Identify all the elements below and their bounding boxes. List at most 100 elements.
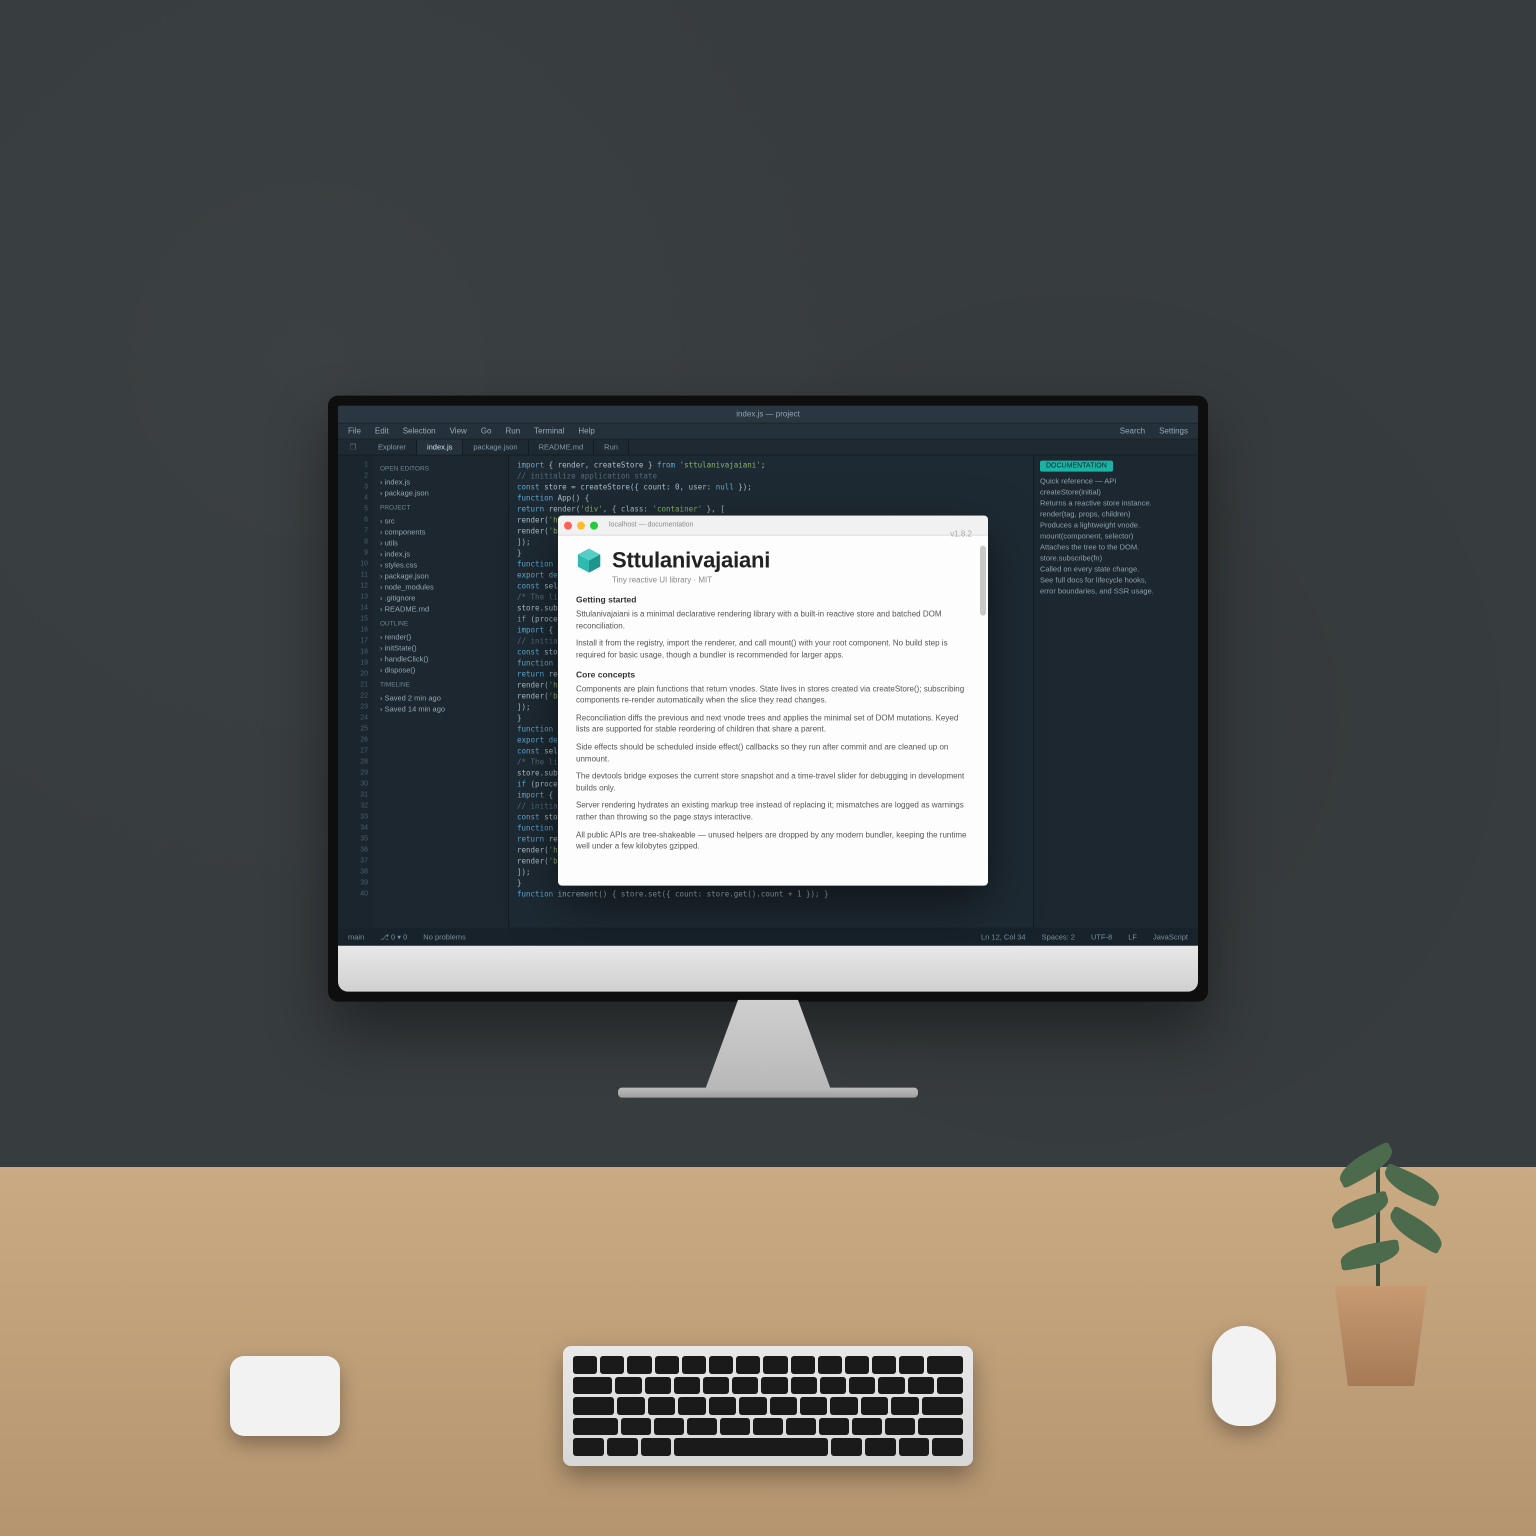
popup-paragraph: Install it from the registry, import the…	[576, 638, 970, 661]
sidebar-header[interactable]: Open Editors	[380, 464, 502, 475]
status-language[interactable]: JavaScript	[1153, 932, 1188, 941]
sidebar-item[interactable]: › index.js	[380, 549, 502, 560]
screen: index.js — project File Edit Selection V…	[338, 406, 1198, 946]
sidebar-item[interactable]: › render()	[380, 632, 502, 643]
sidebar-item[interactable]: › handleClick()	[380, 654, 502, 665]
popup-paragraph: Reconciliation diffs the previous and ne…	[576, 712, 970, 735]
status-eol[interactable]: LF	[1128, 932, 1137, 941]
menu-selection[interactable]: Selection	[403, 427, 436, 436]
sidebar-item[interactable]: › .gitignore	[380, 593, 502, 604]
minimize-icon[interactable]	[577, 521, 585, 529]
doc-panel-line: Produces a lightweight vnode.	[1040, 520, 1192, 531]
decor-trackpad	[230, 1356, 340, 1436]
monitor-stand	[693, 1000, 843, 1090]
doc-panel-line: createStore(initial)	[1040, 487, 1192, 498]
tab-index[interactable]: index.js	[417, 440, 463, 455]
sidebar-item[interactable]: › styles.css	[380, 560, 502, 571]
sidebar-item[interactable]: › package.json	[380, 488, 502, 499]
documentation-popup[interactable]: localhost — documentation v1.8.2 Sttulan…	[558, 516, 988, 886]
doc-panel-line: Quick reference — API	[1040, 476, 1192, 487]
sidebar-item[interactable]: › initState()	[380, 643, 502, 654]
popup-paragraph: Side effects should be scheduled inside …	[576, 742, 970, 765]
menu-run[interactable]: Run	[505, 427, 520, 436]
popup-paragraph: The devtools bridge exposes the current …	[576, 771, 970, 794]
menu-bar: File Edit Selection View Go Run Terminal…	[338, 424, 1198, 440]
decor-mouse	[1212, 1326, 1276, 1426]
activity-bar-icon[interactable]: ❐	[338, 440, 368, 455]
popup-section-heading: Getting started	[576, 595, 970, 605]
monitor: index.js — project File Edit Selection V…	[328, 396, 1208, 1098]
sidebar-header[interactable]: Project	[380, 503, 502, 514]
menu-go[interactable]: Go	[481, 427, 492, 436]
scrollbar-thumb[interactable]	[980, 546, 986, 616]
decor-plant	[1286, 1056, 1466, 1386]
popup-paragraph: Server rendering hydrates an existing ma…	[576, 800, 970, 823]
status-encoding[interactable]: UTF-8	[1091, 932, 1112, 941]
popup-address: localhost — documentation	[603, 522, 982, 529]
menu-settings-icon[interactable]: Settings	[1159, 427, 1188, 436]
popup-subtitle: Tiny reactive UI library · MIT	[612, 576, 970, 585]
sidebar-item[interactable]: › dispose()	[380, 665, 502, 676]
doc-panel-line: Called on every state change.	[1040, 564, 1192, 575]
popup-titlebar[interactable]: localhost — documentation	[558, 516, 988, 536]
popup-paragraph: Sttulanivajaiani is a minimal declarativ…	[576, 609, 970, 632]
tab-package[interactable]: package.json	[463, 440, 528, 455]
status-branch[interactable]: main	[348, 932, 364, 941]
code-line[interactable]: function increment() { store.set({ count…	[517, 889, 1025, 900]
sidebar-header[interactable]: Timeline	[380, 680, 502, 691]
sidebar-item[interactable]: › Saved 14 min ago	[380, 704, 502, 715]
popup-title: Sttulanivajaiani	[612, 548, 770, 574]
doc-panel-badge: DOCUMENTATION	[1040, 461, 1113, 472]
popup-version: v1.8.2	[950, 536, 972, 539]
menu-edit[interactable]: Edit	[375, 427, 389, 436]
decor-keyboard	[563, 1346, 973, 1466]
doc-panel-line: store.subscribe(fn)	[1040, 553, 1192, 564]
code-line[interactable]: // initialize application state	[517, 471, 1025, 482]
menu-view[interactable]: View	[450, 427, 467, 436]
monitor-chin	[338, 946, 1198, 992]
sidebar-header[interactable]: Outline	[380, 619, 502, 630]
sidebar-item[interactable]: › components	[380, 527, 502, 538]
status-bar: main ⎇ 0 ▾ 0 No problems Ln 12, Col 34 S…	[338, 928, 1198, 946]
doc-panel-line: Returns a reactive store instance.	[1040, 498, 1192, 509]
code-line[interactable]: const store = createStore({ count: 0, us…	[517, 482, 1025, 493]
explorer-sidebar[interactable]: Open Editors› index.js› package.jsonProj…	[374, 456, 509, 928]
code-line[interactable]: return render('div', { class: 'container…	[517, 504, 1025, 515]
popup-scrollbar[interactable]	[980, 540, 986, 882]
doc-panel-line: Attaches the tree to the DOM.	[1040, 542, 1192, 553]
doc-panel-line: render(tag, props, children)	[1040, 509, 1192, 520]
doc-panel: DOCUMENTATION Quick reference — APIcreat…	[1033, 456, 1198, 928]
line-gutter: 1234567891011121314151617181920212223242…	[338, 456, 374, 928]
menu-terminal[interactable]: Terminal	[534, 427, 564, 436]
tab-explorer[interactable]: Explorer	[368, 440, 417, 455]
zoom-icon[interactable]	[590, 521, 598, 529]
sidebar-item[interactable]: › src	[380, 516, 502, 527]
doc-panel-line: See full docs for lifecycle hooks,	[1040, 575, 1192, 586]
doc-panel-line: mount(component, selector)	[1040, 531, 1192, 542]
popup-paragraph: All public APIs are tree-shakeable — unu…	[576, 829, 970, 852]
status-cursor[interactable]: Ln 12, Col 34	[981, 932, 1026, 941]
popup-section-heading: Core concepts	[576, 669, 970, 679]
hexagon-icon	[576, 548, 602, 574]
sidebar-item[interactable]: › index.js	[380, 477, 502, 488]
tab-bar: ❐ Explorer index.js package.json README.…	[338, 440, 1198, 456]
menu-help[interactable]: Help	[578, 427, 594, 436]
code-line[interactable]: function App() {	[517, 493, 1025, 504]
status-problems[interactable]: No problems	[423, 932, 466, 941]
sidebar-item[interactable]: › node_modules	[380, 582, 502, 593]
window-titlebar: index.js — project	[338, 406, 1198, 424]
popup-paragraph: Components are plain functions that retu…	[576, 683, 970, 706]
sidebar-item[interactable]: › Saved 2 min ago	[380, 693, 502, 704]
tab-run[interactable]: Run	[594, 440, 629, 455]
close-icon[interactable]	[564, 521, 572, 529]
window-title: index.js — project	[344, 410, 1192, 419]
code-line[interactable]: import { render, createStore } from 'stt…	[517, 460, 1025, 471]
sidebar-item[interactable]: › README.md	[380, 604, 502, 615]
menu-file[interactable]: File	[348, 427, 361, 436]
status-sync[interactable]: ⎇ 0 ▾ 0	[380, 932, 407, 941]
sidebar-item[interactable]: › package.json	[380, 571, 502, 582]
menu-search-icon[interactable]: Search	[1120, 427, 1145, 436]
sidebar-item[interactable]: › utils	[380, 538, 502, 549]
tab-readme[interactable]: README.md	[529, 440, 595, 455]
status-indent[interactable]: Spaces: 2	[1042, 932, 1075, 941]
